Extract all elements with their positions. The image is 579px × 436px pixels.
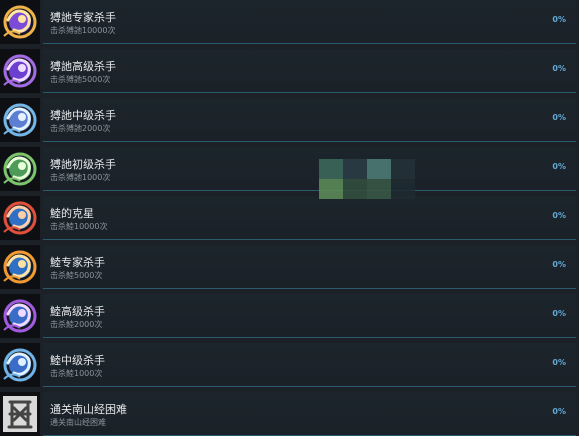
achievement-description: 击杀鯥2000次 bbox=[50, 320, 103, 329]
blue-fish-creature-icon bbox=[0, 343, 40, 387]
violet-swirl-creature-icon bbox=[0, 49, 40, 93]
achievement-description: 击杀鯥10000次 bbox=[50, 222, 108, 231]
mosaic-tile bbox=[319, 179, 343, 199]
green-swirl-creature-icon bbox=[0, 147, 40, 191]
achievement-description: 击杀鯥1000次 bbox=[50, 369, 103, 378]
blue-swirl-creature-icon bbox=[0, 98, 40, 142]
red-fish-creature-icon bbox=[0, 196, 40, 240]
achievement-percent: 0% bbox=[552, 309, 566, 318]
mosaic-tile bbox=[391, 179, 415, 199]
achievement-title: 猼訑专家杀手 bbox=[50, 11, 116, 24]
achievement-panel: 鯥高级杀手 击杀鯥2000次 0% bbox=[43, 294, 576, 338]
achievement-row[interactable]: 鯥专家杀手 击杀鯥5000次 0% bbox=[0, 245, 579, 289]
mosaic-tile bbox=[343, 179, 367, 199]
achievement-row[interactable]: 鯥的克星 击杀鯥10000次 0% bbox=[0, 196, 579, 240]
achievement-percent: 0% bbox=[552, 64, 566, 73]
achievement-row[interactable]: 猼訑专家杀手 击杀猼訑10000次 0% bbox=[0, 0, 579, 44]
pixelated-watermark bbox=[319, 159, 415, 199]
achievement-list: 猼訑专家杀手 击杀猼訑10000次 0% 猼訑高级杀手 击杀猼訑5000次 0%… bbox=[0, 0, 579, 436]
mosaic-tile bbox=[367, 179, 391, 199]
achievement-description: 击杀鯥5000次 bbox=[50, 271, 103, 280]
mosaic-tile bbox=[343, 159, 367, 179]
achievement-percent: 0% bbox=[552, 358, 566, 367]
achievement-description: 击杀猼訑1000次 bbox=[50, 173, 111, 182]
achievement-panel: 猼訑专家杀手 击杀猼訑10000次 0% bbox=[43, 0, 576, 44]
achievement-row[interactable]: 猼訑初级杀手 击杀猼訑1000次 0% bbox=[0, 147, 579, 191]
achievement-description: 通关南山经困难 bbox=[50, 418, 106, 427]
achievement-row[interactable]: 猼訑高级杀手 击杀猼訑5000次 0% bbox=[0, 49, 579, 93]
achievement-panel: 通关南山经困难 通关南山经困难 0% bbox=[43, 392, 576, 436]
achievement-title: 猼訑中级杀手 bbox=[50, 109, 116, 122]
mosaic-tile bbox=[367, 159, 391, 179]
achievement-panel: 鯥的克星 击杀鯥10000次 0% bbox=[43, 196, 576, 240]
calligraphy-seal-icon bbox=[0, 392, 40, 436]
achievement-panel: 鯥专家杀手 击杀鯥5000次 0% bbox=[43, 245, 576, 289]
achievement-title: 鯥中级杀手 bbox=[50, 354, 105, 367]
achievement-percent: 0% bbox=[552, 407, 566, 416]
achievement-row[interactable]: 通关南山经困难 通关南山经困难 0% bbox=[0, 392, 579, 436]
mosaic-tile bbox=[391, 159, 415, 179]
achievement-title: 猼訑高级杀手 bbox=[50, 60, 116, 73]
purple-swirl-creature-icon bbox=[0, 0, 40, 44]
orange-fish-creature-icon bbox=[0, 245, 40, 289]
achievement-row[interactable]: 鯥中级杀手 击杀鯥1000次 0% bbox=[0, 343, 579, 387]
achievement-title: 通关南山经困难 bbox=[50, 403, 127, 416]
achievement-percent: 0% bbox=[552, 113, 566, 122]
achievement-percent: 0% bbox=[552, 15, 566, 24]
achievement-description: 击杀猼訑5000次 bbox=[50, 75, 111, 84]
achievement-row[interactable]: 鯥高级杀手 击杀鯥2000次 0% bbox=[0, 294, 579, 338]
achievement-percent: 0% bbox=[552, 162, 566, 171]
achievement-panel: 猼訑高级杀手 击杀猼訑5000次 0% bbox=[43, 49, 576, 93]
achievement-percent: 0% bbox=[552, 260, 566, 269]
achievement-panel: 猼訑初级杀手 击杀猼訑1000次 0% bbox=[43, 147, 576, 191]
achievement-title: 鯥专家杀手 bbox=[50, 256, 105, 269]
achievement-title: 鯥的克星 bbox=[50, 207, 94, 220]
achievement-panel: 鯥中级杀手 击杀鯥1000次 0% bbox=[43, 343, 576, 387]
achievement-title: 鯥高级杀手 bbox=[50, 305, 105, 318]
achievement-description: 击杀猼訑10000次 bbox=[50, 26, 116, 35]
mosaic-tile bbox=[319, 159, 343, 179]
achievement-row[interactable]: 猼訑中级杀手 击杀猼訑2000次 0% bbox=[0, 98, 579, 142]
purple-fish-creature-icon bbox=[0, 294, 40, 338]
achievement-description: 击杀猼訑2000次 bbox=[50, 124, 111, 133]
achievement-percent: 0% bbox=[552, 211, 566, 220]
achievement-panel: 猼訑中级杀手 击杀猼訑2000次 0% bbox=[43, 98, 576, 142]
achievement-title: 猼訑初级杀手 bbox=[50, 158, 116, 171]
